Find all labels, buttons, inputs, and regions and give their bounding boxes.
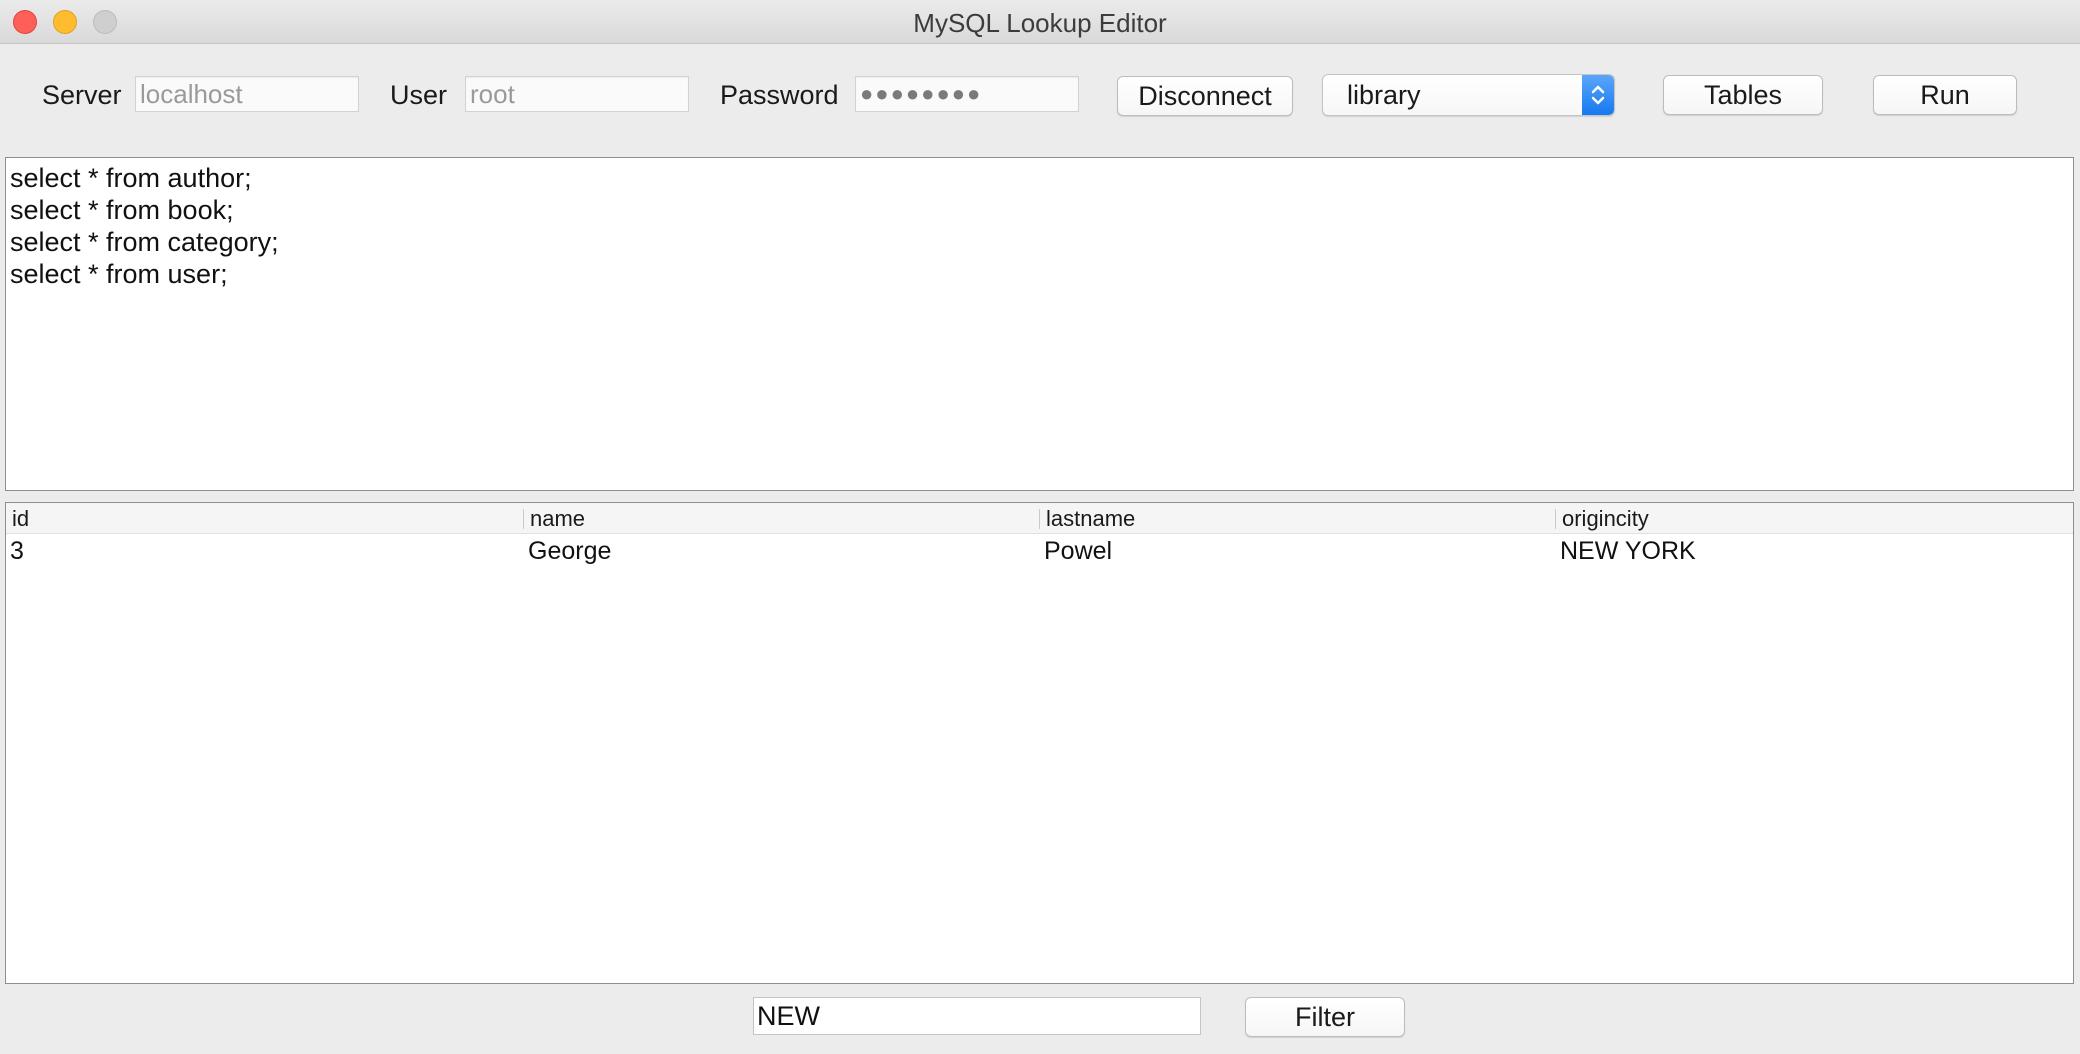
filter-button[interactable]: Filter [1245,997,1405,1037]
title-bar[interactable]: MySQL Lookup Editor [0,0,2080,44]
password-label: Password [720,80,839,110]
query-editor[interactable]: select * from author; select * from book… [5,157,2074,491]
column-header-id[interactable]: id [6,503,522,533]
disconnect-button[interactable]: Disconnect [1117,76,1293,116]
server-input[interactable] [135,76,359,112]
server-label: Server [42,80,122,110]
table-cell-origincity: NEW YORK [1560,537,1696,565]
table-cell-name: George [528,537,612,565]
database-select[interactable]: library [1322,74,1615,116]
app-window: MySQL Lookup Editor Server User Password… [0,0,2080,1054]
query-line: select * from user; [10,259,228,289]
user-label: User [390,80,448,110]
password-input[interactable]: ●●●●●●●● [855,76,1079,112]
tables-button[interactable]: Tables [1663,75,1823,115]
table-cell-lastname: Powel [1044,537,1113,565]
table-row[interactable]: 3 George Powel NEW YORK [6,534,2073,566]
column-header-lastname[interactable]: lastname [1040,503,1556,533]
table-cell-id: 3 [10,537,24,565]
user-input[interactable] [465,76,689,112]
run-button[interactable]: Run [1873,75,2017,115]
query-line: select * from category; [10,227,279,257]
database-select-value: library [1347,80,1421,110]
select-arrows-icon [1582,75,1614,115]
filter-input[interactable] [753,997,1201,1035]
column-header-origincity[interactable]: origincity [1556,503,2072,533]
query-line: select * from author; [10,163,252,193]
table-header: id name lastname origincity [6,503,2073,534]
results-table[interactable]: id name lastname origincity 3 George Pow… [5,502,2074,984]
column-header-name[interactable]: name [524,503,1040,533]
window-title: MySQL Lookup Editor [913,8,1167,38]
query-line: select * from book; [10,195,234,225]
